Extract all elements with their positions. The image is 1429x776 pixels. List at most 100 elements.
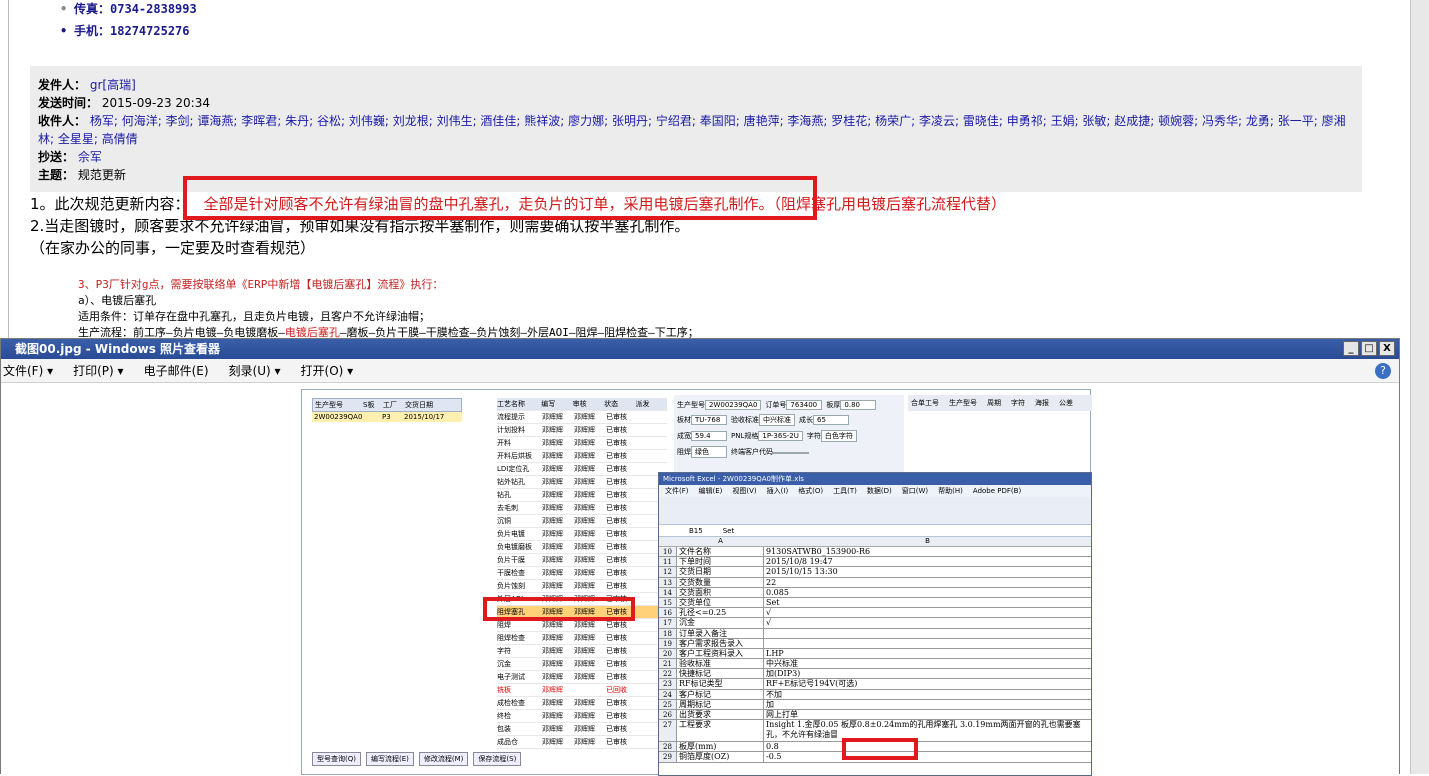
minimize-button[interactable]: _ xyxy=(1343,341,1359,356)
close-button[interactable]: X xyxy=(1379,341,1395,356)
menu-file[interactable]: 文件(F) ▾ xyxy=(3,359,53,382)
excel-rows: 10 文件名称 9130SATWB0_153900-R6 11 下单时间 2015/10/… xyxy=(659,547,1091,763)
embedded-screenshot: 生产型号 S板 工厂 交货日期 2W00239QA0 P3 2015/10/17 工艺名称… xyxy=(301,389,1092,776)
menu-open[interactable]: 打开(O) ▾ xyxy=(301,359,354,382)
erp-buttons: 型号查询(Q) 编写流程(E) 修改流程(M) 保存流程(S) xyxy=(312,752,522,766)
process-row[interactable]: 成检检查 邓辉辉 邓辉辉 已审核 xyxy=(497,697,667,710)
process-row[interactable]: 负电镀磨板 邓辉辉 邓辉辉 已审核 xyxy=(497,541,667,554)
order-field: 板材 TU-768 xyxy=(677,415,727,425)
order-field: 字符 白色字符 xyxy=(807,430,857,442)
process-row[interactable]: 成品仓 邓辉辉 邓辉辉 已审核 xyxy=(497,736,667,749)
process-row[interactable]: 干膜检查 邓辉辉 邓辉辉 已审核 xyxy=(497,567,667,580)
excel-row[interactable]: 24 客户标记 不加 xyxy=(659,689,1091,700)
process-row[interactable]: 字符 邓辉辉 邓辉辉 已审核 xyxy=(497,645,667,658)
line-3: （在家办公的同事，一定要及时查看规范） xyxy=(30,239,316,257)
excel-row[interactable]: 15 交货单位 Set xyxy=(659,597,1091,609)
excel-row[interactable]: 14 交货面积 0.085 xyxy=(659,587,1091,598)
process-row[interactable]: 计划投料 邓辉辉 邓辉辉 已审核 xyxy=(497,424,667,437)
process-row[interactable]: 负片蚀刻 邓辉辉 邓辉辉 已审核 xyxy=(497,580,667,593)
code-line-3: 适用条件：订单存在盘中孔塞孔，且走负片电镀，且客户不允许绿油帽； xyxy=(78,310,430,323)
order-field: 阻焊 绿色 xyxy=(677,446,727,458)
viewer-title-bar: 截图00.jpg - Windows 照片查看器 _ □ X xyxy=(1,339,1399,359)
sender-link[interactable]: gr[高瑞] xyxy=(90,78,136,92)
menu-print[interactable]: 打印(P) ▾ xyxy=(73,359,123,382)
order-field: 成长 65 xyxy=(799,415,849,425)
process-row[interactable]: 负片干膜 邓辉辉 邓辉辉 已审核 xyxy=(497,554,667,567)
excel-menu-item[interactable]: 数据(D) xyxy=(867,485,892,497)
excel-row[interactable]: 17 沉金 √ xyxy=(659,618,1091,629)
excel-row[interactable]: 21 验收标准 中兴标准 xyxy=(659,659,1091,670)
process-row[interactable]: 负片电镀 邓辉辉 邓辉辉 已审核 xyxy=(497,528,667,541)
excel-row[interactable]: 13 交货数量 22 xyxy=(659,577,1091,588)
highlight-box-1 xyxy=(183,176,817,220)
order-field: 验收标准 中兴标准 xyxy=(731,414,795,426)
excel-row[interactable]: 12 交货日期 2015/10/15 13:30 xyxy=(659,567,1091,578)
process-row[interactable]: 阻焊检查 邓辉辉 邓辉辉 已审核 xyxy=(497,632,667,645)
excel-menu-item[interactable]: 窗口(W) xyxy=(902,485,928,497)
excel-row[interactable]: 20 客户工程资料录入 LHP xyxy=(659,648,1091,660)
process-row[interactable]: 开料后烘板 邓辉辉 邓辉辉 已审核 xyxy=(497,450,667,463)
erp-order-list: 生产型号 S板 工厂 交货日期 2W00239QA0 P3 2015/10/17 xyxy=(312,398,462,422)
excel-row[interactable]: 26 出货要求 网上打单 xyxy=(659,710,1091,721)
erp-order-fields: 生产型号 2W00239QA0 订单号 763400 板厚 0.80 板材 TU-768 验收标… xyxy=(674,395,904,475)
excel-menu-item[interactable]: 文件(F) xyxy=(665,485,689,497)
vertical-scrollbar[interactable] xyxy=(1410,0,1429,774)
excel-menu-item[interactable]: 帮助(H) xyxy=(938,485,963,497)
menu-burn[interactable]: 刻录(U) ▾ xyxy=(229,359,281,382)
process-row[interactable]: 去毛刺 邓辉辉 邓辉辉 已审核 xyxy=(497,502,667,515)
process-row[interactable]: 终检 邓辉辉 邓辉辉 已审核 xyxy=(497,710,667,723)
process-row[interactable]: 电子测试 邓辉辉 邓辉辉 已审核 xyxy=(497,671,667,684)
process-row[interactable]: 钻孔 邓辉辉 邓辉辉 已审核 xyxy=(497,489,667,502)
image-canvas: 生产型号 S板 工厂 交货日期 2W00239QA0 P3 2015/10/17 工艺名称… xyxy=(1,384,1399,776)
process-row[interactable]: 铣板 邓辉辉 已回收 xyxy=(497,684,667,697)
excel-toolbar xyxy=(659,497,1091,525)
excel-row[interactable]: 11 下单时间 2015/10/8 19:47 xyxy=(659,557,1091,568)
excel-formula-bar: B15 Set xyxy=(659,525,1091,537)
process-row[interactable]: 沉铜 邓辉辉 邓辉辉 已审核 xyxy=(497,515,667,528)
process-row[interactable]: LDI定位孔 邓辉辉 邓辉辉 已审核 xyxy=(497,463,667,476)
maximize-button[interactable]: □ xyxy=(1361,341,1377,356)
order-field: 板厚 0.80 xyxy=(826,400,877,410)
excel-menu-item[interactable]: 插入(I) xyxy=(767,485,789,497)
help-icon[interactable]: ? xyxy=(1375,363,1391,379)
process-row[interactable]: 流程提示 邓辉辉 邓辉辉 已审核 xyxy=(497,411,667,424)
order-field: PNL规格 1P-36S-2U xyxy=(731,431,803,441)
order-field: 生产型号 2W00239QA0 xyxy=(677,400,762,410)
excel-window: Microsoft Excel - 2W00239QA0制作单.xls 文件(F… xyxy=(658,472,1092,776)
left-border xyxy=(8,0,9,340)
order-field: 订单号 763400 xyxy=(765,400,823,410)
recipients-list[interactable]: 杨军; 何海洋; 李剑; 谭海燕; 李晖君; 朱丹; 谷松; 刘伟巍; 刘龙根;… xyxy=(38,114,1346,146)
excel-row[interactable]: 25 周期标记加 xyxy=(659,699,1091,710)
erp-right-headers: 合单工号 生产型号 周期 字符 海报 公差 xyxy=(908,395,1092,411)
excel-row[interactable]: 23 RF标记类型 RF+E标记号194V(可选) xyxy=(659,679,1091,690)
process-row[interactable]: 钻外钻孔 邓辉辉 邓辉辉 已审核 xyxy=(497,476,667,489)
excel-menu-item[interactable]: 视图(V) xyxy=(732,485,756,497)
process-row[interactable]: 开料 邓辉辉 邓辉辉 已审核 xyxy=(497,437,667,450)
code-line-1: 3、P3厂针对g点，需要按联络单《ERP中新增【电镀后塞孔】流程》执行： xyxy=(78,278,444,291)
cc-link[interactable]: 佘军 xyxy=(78,150,102,164)
mail-header: 发件人： gr[高瑞] 发送时间： 2015-09-23 20:34 收件人： … xyxy=(30,66,1362,192)
viewer-menu-bar: 文件(F) ▾ 打印(P) ▾ 电子邮件(E) 刻录(U) ▾ 打开(O) ▾ … xyxy=(1,359,1399,383)
excel-menu-item[interactable]: Adobe PDF(B) xyxy=(973,485,1021,497)
contact-fax: • 传真：0734-2838993 xyxy=(60,2,197,16)
excel-menu-item[interactable]: 工具(T) xyxy=(833,485,857,497)
excel-menu: 文件(F) 编辑(E) 视图(V) 插入(I) 格式(O) 工具(T) 数据(D) 窗口(W)… xyxy=(659,485,1091,497)
excel-menu-item[interactable]: 编辑(E) xyxy=(699,485,723,497)
order-field: 终端客户代码 xyxy=(731,447,809,457)
process-row[interactable]: 包装 邓辉辉 邓辉辉 已审核 xyxy=(497,723,667,736)
code-line-2: a）、电镀后塞孔 xyxy=(78,294,157,307)
excel-row[interactable]: 22 快捷标记 加(DIP3) xyxy=(659,669,1091,680)
excel-menu-item[interactable]: 格式(O) xyxy=(798,485,823,497)
photo-viewer-window: 截图00.jpg - Windows 照片查看器 _ □ X 文件(F) ▾ 打… xyxy=(0,338,1400,776)
process-row[interactable]: 沉金 邓辉辉 邓辉辉 已审核 xyxy=(497,658,667,671)
order-field: 成宽 59.4 xyxy=(677,431,727,441)
highlight-box-3 xyxy=(842,738,918,760)
excel-row[interactable]: 19 客户需求报告录入 xyxy=(659,638,1091,649)
menu-email[interactable]: 电子邮件(E) xyxy=(144,359,209,382)
contact-mobile: • 手机：18274725276 xyxy=(60,24,190,38)
excel-row[interactable]: 18 订单录入备注 xyxy=(659,628,1091,639)
highlight-box-2 xyxy=(483,597,635,621)
erp-process-list: 工艺名称 编写 审核 状态 派发 流程提示 邓辉辉 邓辉辉 已审核 计划投料 邓辉辉 邓辉辉 已审核开… xyxy=(497,398,667,749)
excel-row[interactable]: 16 孔径<=0.25 √ xyxy=(659,608,1091,619)
excel-row[interactable]: 10 文件名称 9130SATWB0_153900-R6 xyxy=(659,547,1091,558)
